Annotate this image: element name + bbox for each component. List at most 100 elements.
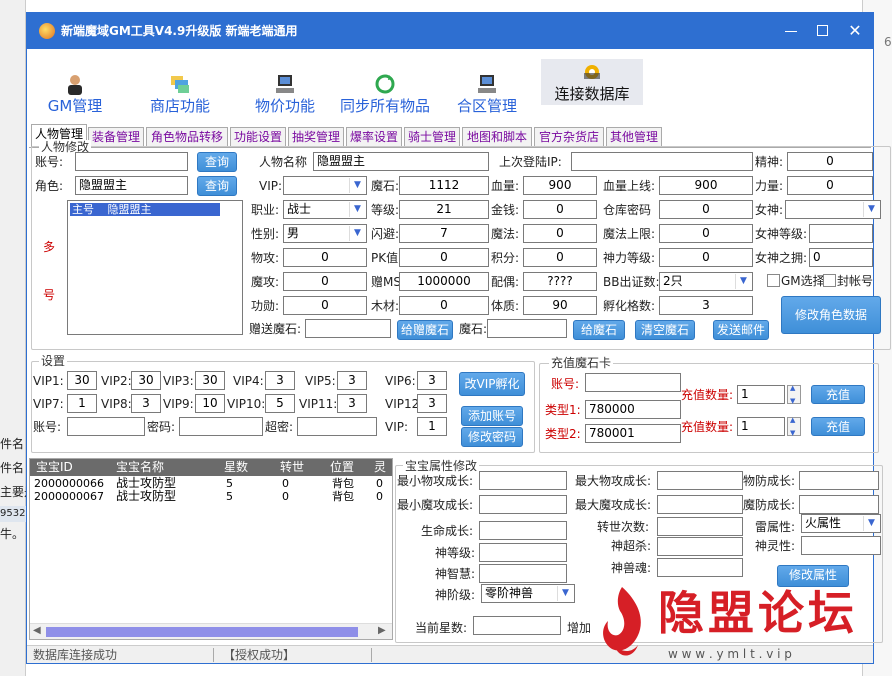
min-matk-input[interactable]	[479, 495, 567, 514]
hpmax-input[interactable]: 900	[659, 176, 753, 195]
new-vip-input[interactable]: 1	[417, 417, 447, 436]
spirit-input[interactable]: 0	[787, 152, 873, 171]
life-input[interactable]	[479, 521, 567, 540]
table-row[interactable]: 2000000066 战士攻防型 5 0 背包 0	[30, 477, 392, 491]
vip5-input[interactable]: 3	[337, 371, 367, 390]
wood-input[interactable]: 0	[399, 296, 489, 315]
vip-hatch-button[interactable]: 改VIP孵化	[459, 372, 525, 396]
mpmax-input[interactable]: 0	[659, 224, 753, 243]
goddess-embrace-input[interactable]: 0	[809, 248, 873, 267]
query-account-button[interactable]: 查询	[197, 152, 237, 172]
nav-connect-db[interactable]: 连接数据库	[541, 59, 643, 105]
max-matk-input[interactable]	[657, 495, 743, 514]
type2-input[interactable]: 780001	[585, 424, 681, 443]
send-mail-button[interactable]: 发送邮件	[713, 320, 769, 340]
ban-account-checkbox[interactable]	[823, 274, 836, 287]
job-select[interactable]: 战士 ▼	[283, 200, 367, 219]
hatch-slots-input[interactable]: 3	[659, 296, 753, 315]
pet-table[interactable]: 宝宝ID 宝宝名称 星数 转世 位置 灵 2000000066 战士攻防型 5 …	[29, 458, 393, 640]
goddess-level-input[interactable]	[809, 224, 873, 243]
nav-merge[interactable]: 合区管理	[451, 69, 523, 117]
tab-item-transfer[interactable]: 角色物品转移	[146, 127, 228, 147]
attack-input[interactable]: 0	[283, 248, 367, 267]
title-bar[interactable]: 新端魔域GM工具V4.9升级版 新端老端通用 ✕	[27, 13, 873, 49]
tab-knight[interactable]: 骑士管理	[404, 127, 460, 147]
recharge-qty1-input[interactable]: 1	[737, 385, 785, 404]
vip-select[interactable]: ▼	[283, 176, 367, 195]
minimize-icon[interactable]	[779, 21, 803, 41]
close-icon[interactable]: ✕	[843, 21, 867, 41]
goddess-select[interactable]: ▼	[785, 200, 881, 219]
last-ip-input[interactable]	[571, 152, 753, 171]
clear-stone-button[interactable]: 清空魔石	[635, 320, 695, 340]
vip12-input[interactable]: 3	[417, 394, 447, 413]
recharge-button-1[interactable]: 充值	[811, 385, 865, 404]
spouse-input[interactable]: ????	[523, 272, 597, 291]
hp-input[interactable]: 900	[523, 176, 597, 195]
type1-input[interactable]: 780000	[585, 400, 681, 419]
element-select[interactable]: 火属性 ▼	[801, 514, 881, 533]
warehouse-input[interactable]: 0	[659, 200, 753, 219]
god-rank-select[interactable]: 零阶神兽 ▼	[481, 584, 575, 603]
nav-gm-management[interactable]: GM管理	[43, 69, 107, 117]
strength-input[interactable]: 0	[787, 176, 873, 195]
role-input[interactable]: 隐盟盟主	[75, 176, 188, 195]
maximize-icon[interactable]	[811, 21, 835, 41]
give-stone-button[interactable]: 给魔石	[573, 320, 625, 340]
gift-ms-input[interactable]: 1000000	[399, 272, 489, 291]
list-item[interactable]: 主号 隐盟盟主	[70, 203, 220, 216]
god-kill-input[interactable]	[657, 537, 743, 556]
scroll-left-icon[interactable]: ◀	[33, 625, 41, 636]
recharge-account-input[interactable]	[585, 373, 681, 392]
god-spirit-input[interactable]	[801, 536, 881, 555]
magic-attack-input[interactable]: 0	[283, 272, 367, 291]
tab-function-settings[interactable]: 功能设置	[230, 127, 286, 147]
reborn-input[interactable]	[657, 517, 743, 536]
qty2-spinner[interactable]	[787, 416, 801, 437]
tab-official-store[interactable]: 官方杂货店	[534, 127, 604, 147]
god-wisdom-input[interactable]	[479, 564, 567, 583]
mp-input[interactable]: 0	[523, 224, 597, 243]
pdef-input[interactable]	[799, 471, 879, 490]
god-level-input[interactable]	[479, 543, 567, 562]
vip1-input[interactable]: 30	[67, 371, 97, 390]
level-input[interactable]: 21	[399, 200, 489, 219]
divine-level-input[interactable]: 0	[659, 248, 753, 267]
vip10-input[interactable]: 5	[265, 394, 295, 413]
modify-character-button[interactable]: 修改角色数据	[781, 296, 881, 334]
nav-price[interactable]: 物价功能	[243, 69, 327, 117]
sex-select[interactable]: 男 ▼	[283, 224, 367, 243]
tab-map-script[interactable]: 地图和脚本	[462, 127, 532, 147]
nav-sync-items[interactable]: 同步所有物品	[335, 69, 435, 117]
nav-shop[interactable]: 商店功能	[139, 69, 221, 117]
pk-input[interactable]: 0	[399, 248, 489, 267]
scrollbar-thumb[interactable]	[46, 627, 358, 637]
magicstone-input[interactable]: 1112	[399, 176, 489, 195]
name-input[interactable]: 隐盟盟主	[313, 152, 489, 171]
score-input[interactable]: 0	[523, 248, 597, 267]
change-password-button[interactable]: 修改密码	[461, 427, 523, 447]
recharge-qty2-input[interactable]: 1	[737, 417, 785, 436]
stone-input[interactable]	[487, 319, 567, 338]
recharge-button-2[interactable]: 充值	[811, 417, 865, 436]
query-role-button[interactable]: 查询	[197, 176, 237, 196]
current-star-input[interactable]	[473, 616, 561, 635]
tab-other[interactable]: 其他管理	[606, 127, 662, 147]
gift-stone-input[interactable]	[305, 319, 391, 338]
vip2-input[interactable]: 30	[131, 371, 161, 390]
add-account-button[interactable]: 添加账号	[461, 406, 523, 426]
password-input[interactable]	[179, 417, 263, 436]
tab-equipment[interactable]: 装备管理	[88, 127, 144, 147]
table-row[interactable]: 2000000067 战士攻防型 5 0 背包 0	[30, 490, 392, 504]
vip9-input[interactable]: 10	[195, 394, 225, 413]
dodge-input[interactable]: 7	[399, 224, 489, 243]
god-soul-input[interactable]	[657, 558, 743, 577]
min-atk-input[interactable]	[479, 471, 567, 490]
max-atk-input[interactable]	[657, 471, 743, 490]
vip6-input[interactable]: 3	[417, 371, 447, 390]
tab-lottery[interactable]: 抽奖管理	[288, 127, 344, 147]
physique-input[interactable]: 90	[523, 296, 597, 315]
tab-drop-rate[interactable]: 爆率设置	[346, 127, 402, 147]
vip11-input[interactable]: 3	[337, 394, 367, 413]
vip8-input[interactable]: 3	[131, 394, 161, 413]
